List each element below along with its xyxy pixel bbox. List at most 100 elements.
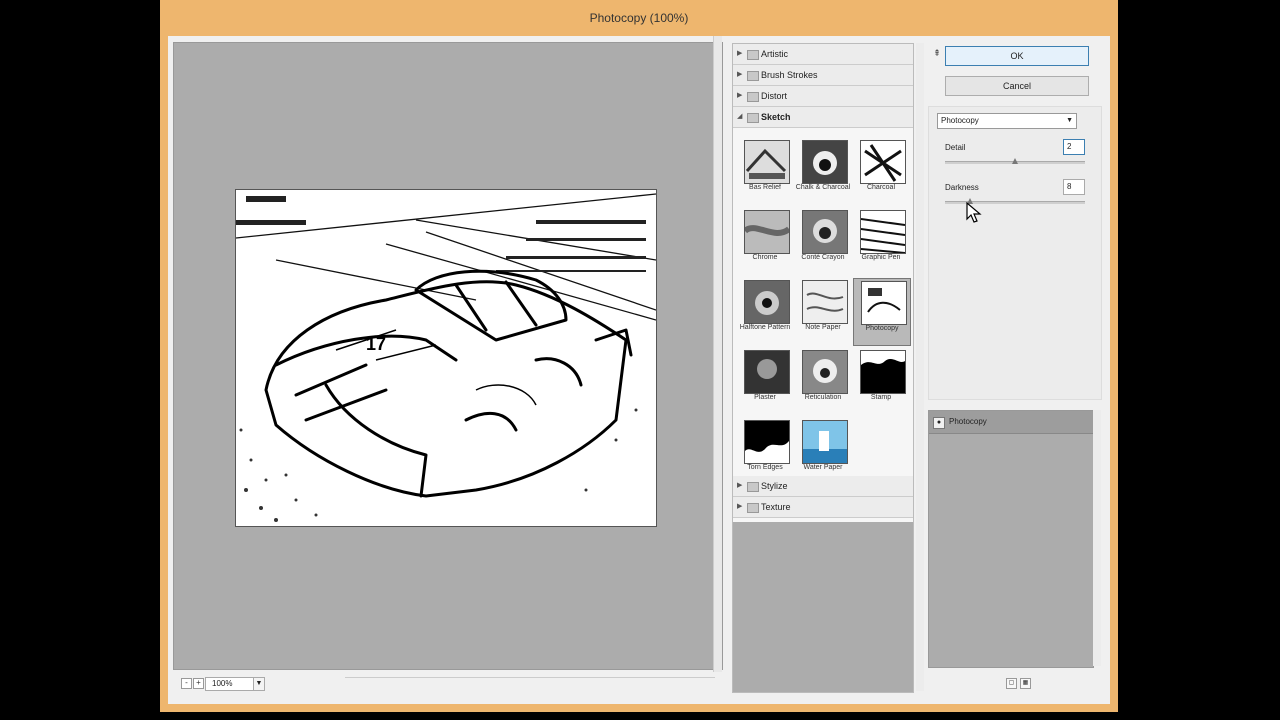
thumbnail-torn[interactable]: Torn Edges (737, 418, 793, 484)
thumbnail-water[interactable]: Water Paper (795, 418, 851, 484)
zoom-out-button[interactable]: - (181, 678, 192, 689)
category-label: Brush Strokes (761, 70, 818, 80)
category-brush-strokes[interactable]: ▶ Brush Strokes (733, 65, 913, 86)
car-sketch-image: 17 (236, 190, 656, 526)
folder-icon (747, 113, 759, 123)
thumbnail-reticulation[interactable]: Reticulation (795, 348, 851, 414)
thumbnail-label: Water Paper (803, 464, 843, 471)
thumbnail-chrome[interactable]: Chrome (737, 208, 793, 274)
category-distort[interactable]: ▶ Distort (733, 86, 913, 107)
thumbnail-plaster[interactable]: Plaster (737, 348, 793, 414)
filter-gallery: ▶ Artistic ▶ Brush Strokes ▶ Distort ◢ Sketch… (732, 43, 914, 693)
thumbnail-preview-image (861, 281, 907, 325)
thumbnail-preview-image (802, 210, 848, 254)
zoom-in-button[interactable]: + (193, 678, 204, 689)
eye-icon[interactable]: ● (933, 417, 945, 429)
thumbnail-preview-image (744, 210, 790, 254)
category-label: Texture (761, 502, 791, 512)
detail-input[interactable]: 2 (1063, 139, 1085, 155)
category-stylize[interactable]: ▶ Stylize (733, 476, 913, 497)
thumbnail-label: Graphic Pen (861, 254, 901, 261)
thumbnail-label: Torn Edges (747, 464, 783, 471)
sketch-thumbnails: Bas Relief Chalk & Charcoal Charcoal Chrome… (733, 128, 913, 476)
gallery-vertical-scrollbar[interactable] (916, 43, 924, 691)
thumbnail-preview-image (802, 280, 848, 324)
collapsed-triangle-icon: ▶ (737, 482, 743, 489)
category-label: Stylize (761, 481, 788, 491)
preview-horizontal-scrollbar[interactable] (345, 677, 715, 690)
thumbnail-label: Chalk & Charcoal (795, 184, 851, 191)
thumbnail-note[interactable]: Note Paper (795, 278, 851, 344)
thumbnail-preview-image (744, 280, 790, 324)
thumbnail-preview-image (860, 210, 906, 254)
filter-gallery-window: Photocopy (100%) 17 - + 100% ▼ ▶ Artisti… (160, 0, 1118, 712)
thumbnail-label: Chrome (752, 254, 778, 261)
layers-vertical-scrollbar[interactable] (1093, 410, 1101, 666)
folder-icon (747, 71, 759, 81)
folder-icon (747, 482, 759, 492)
thumbnail-label: Reticulation (804, 394, 842, 401)
effect-layers-panel: ● Photocopy (928, 410, 1094, 668)
category-label: Distort (761, 91, 788, 101)
thumbnail-label: Halftone Pattern (739, 324, 791, 331)
thumbnail-label: Charcoal (866, 184, 895, 191)
darkness-input[interactable]: 8 (1063, 179, 1085, 195)
delete-effect-layer-icon[interactable]: ▦ (1020, 678, 1031, 689)
thumbnail-label: Note Paper (805, 324, 841, 331)
category-sketch[interactable]: ◢ Sketch (733, 107, 913, 128)
filter-settings-panel: Photocopy ▼ Detail 2 Darkness 8 (928, 106, 1102, 400)
thumbnail-charcoal[interactable]: Charcoal (853, 138, 909, 204)
thumbnail-photocopy[interactable]: Photocopy (853, 278, 911, 346)
thumbnail-preview-image (744, 420, 790, 464)
zoom-dropdown-arrow[interactable]: ▼ (253, 677, 265, 691)
collapsed-triangle-icon: ▶ (737, 71, 743, 78)
thumbnail-bas[interactable]: Bas Relief (737, 138, 793, 204)
darkness-label: Darkness (945, 183, 979, 192)
collapsed-triangle-icon: ▶ (737, 92, 743, 99)
expand-triangle-icon: ◢ (737, 113, 743, 120)
chevron-down-icon: ▼ (1066, 117, 1073, 124)
effect-layer-row[interactable]: ● Photocopy (929, 411, 1093, 434)
ok-button[interactable]: OK (945, 46, 1089, 66)
cancel-button[interactable]: Cancel (945, 76, 1089, 96)
detail-slider[interactable] (945, 158, 1085, 164)
thumbnail-label: Bas Relief (749, 184, 781, 191)
window-title: Photocopy (100%) (589, 11, 689, 25)
preview-vertical-scrollbar[interactable] (713, 36, 722, 672)
dialog-client: 17 - + 100% ▼ ▶ Artistic ▶ Brush Strokes ▶ Di… (168, 36, 1110, 704)
thumbnail-preview-image (802, 420, 848, 464)
detail-slider-thumb[interactable] (1012, 158, 1019, 164)
thumbnail-stamp[interactable]: Stamp (853, 348, 909, 414)
thumbnail-preview-image (802, 140, 848, 184)
effect-layer-name: Photocopy (949, 417, 987, 426)
collapse-gallery-button[interactable]: ⇞ (932, 48, 942, 62)
thumbnail-preview-image (860, 350, 906, 394)
thumbnail-label: Stamp (870, 394, 892, 401)
svg-text:17: 17 (366, 334, 386, 354)
thumbnail-preview-image (744, 350, 790, 394)
thumbnail-halftone[interactable]: Halftone Pattern (737, 278, 793, 344)
category-texture[interactable]: ▶ Texture (733, 497, 913, 518)
preview-area[interactable]: 17 (173, 42, 723, 670)
thumbnail-chalk[interactable]: Chalk & Charcoal (795, 138, 851, 204)
thumbnail-label: Photocopy (865, 325, 899, 332)
thumbnail-label: Plaster (754, 394, 776, 401)
category-label: Artistic (761, 49, 788, 59)
filter-select-value: Photocopy (941, 116, 979, 125)
thumbnail-preview-image (802, 350, 848, 394)
filter-select[interactable]: Photocopy ▼ (937, 113, 1077, 129)
category-label: Sketch (761, 112, 791, 122)
thumbnail-label: Conté Crayon (801, 254, 845, 261)
thumbnail-preview-image (744, 140, 790, 184)
category-artistic[interactable]: ▶ Artistic (733, 44, 913, 65)
gallery-empty-area (733, 522, 913, 692)
thumbnail-pen[interactable]: Graphic Pen (853, 208, 909, 274)
detail-label: Detail (945, 143, 966, 152)
thumbnail-preview-image (860, 140, 906, 184)
preview-image: 17 (235, 189, 657, 527)
thumbnail-conte[interactable]: Conté Crayon (795, 208, 851, 274)
zoom-level-field[interactable]: 100% (205, 677, 255, 691)
preview-footer: - + 100% ▼ (173, 674, 721, 696)
folder-icon (747, 92, 759, 102)
new-effect-layer-icon[interactable]: ▢ (1006, 678, 1017, 689)
